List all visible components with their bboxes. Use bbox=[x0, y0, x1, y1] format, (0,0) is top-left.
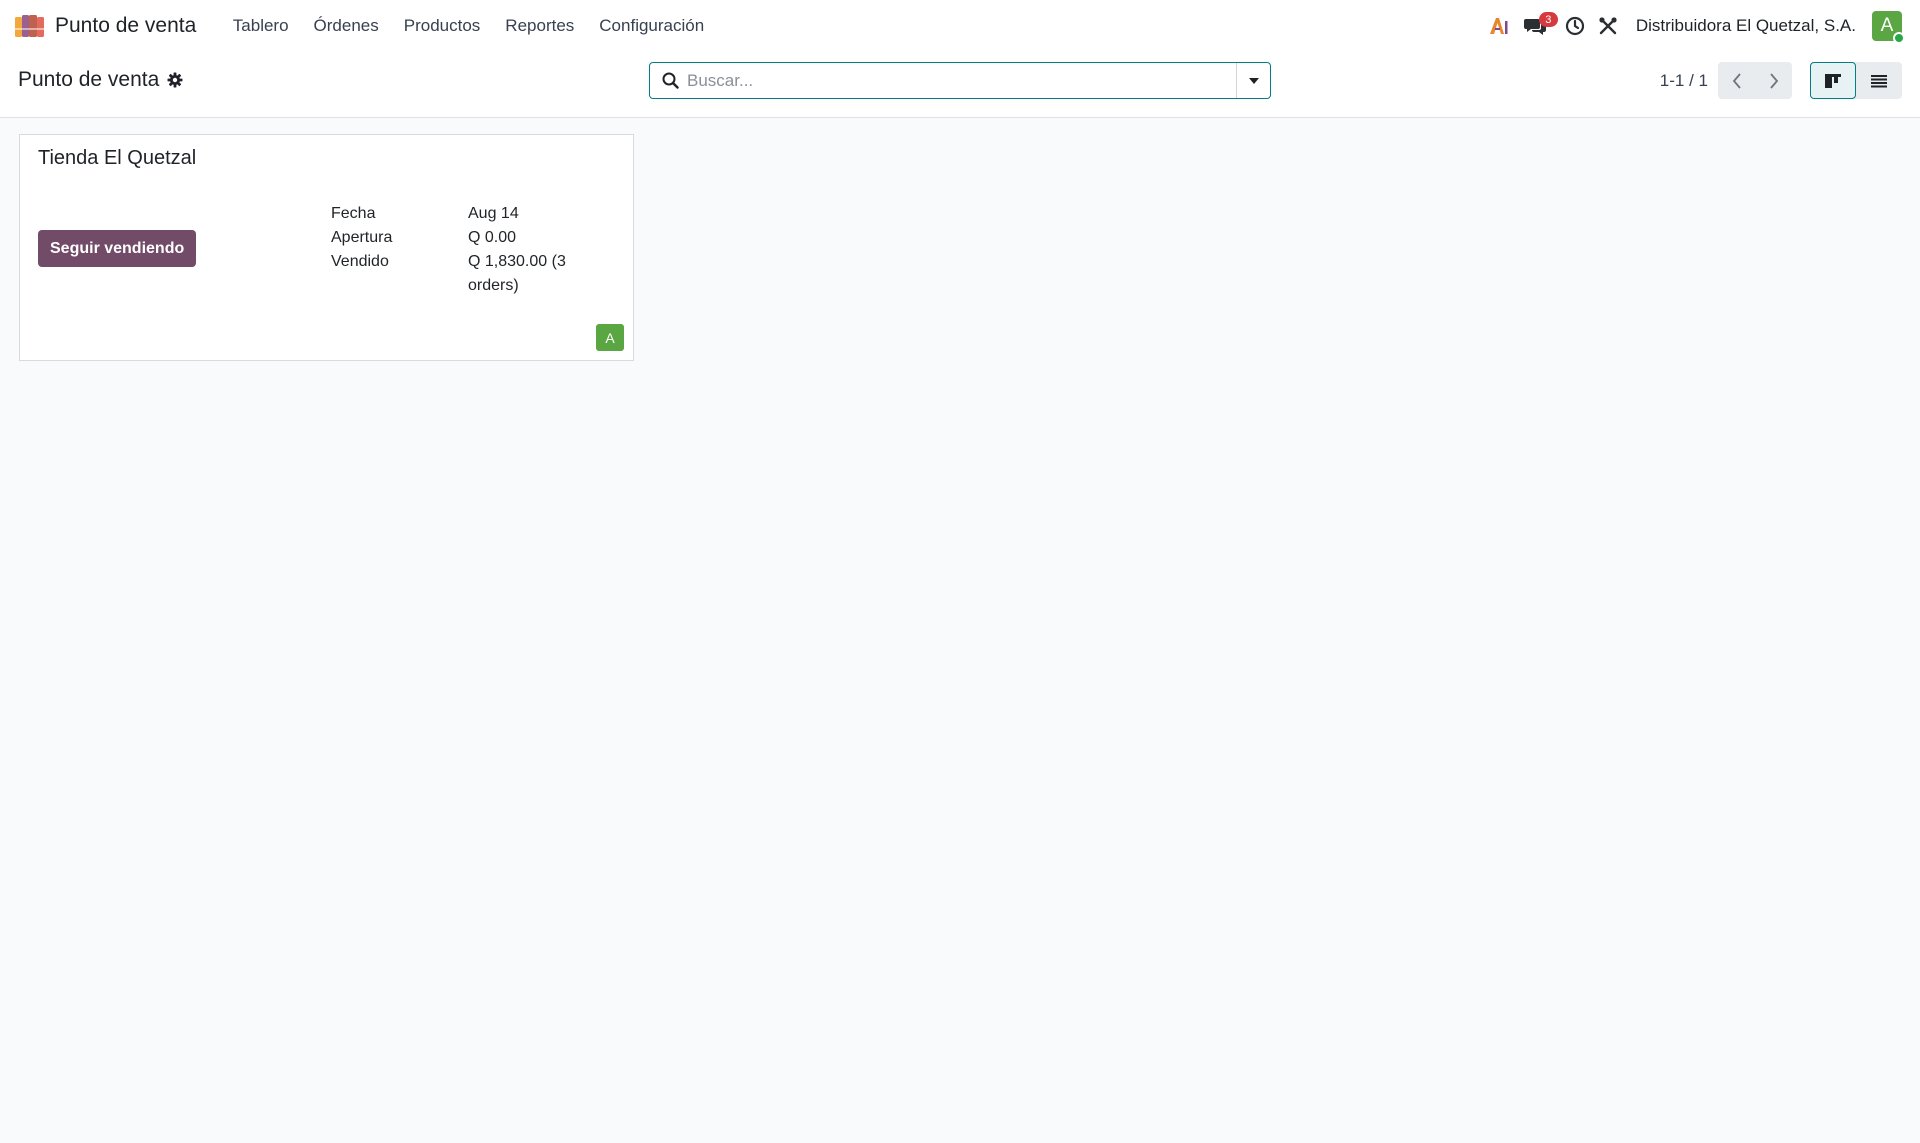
avatar-initial: A bbox=[1880, 15, 1894, 36]
info-value: Aug 14 bbox=[468, 205, 519, 222]
menu-item-tablero[interactable]: Tablero bbox=[220, 16, 301, 36]
pos-app-logo-icon bbox=[15, 15, 44, 37]
pager-buttons bbox=[1718, 62, 1792, 99]
card-title: Tienda El Quetzal bbox=[38, 147, 197, 169]
info-row-vendido: Vendido Q 1,830.00 (3 orders) bbox=[331, 250, 621, 298]
info-label: Vendido bbox=[331, 253, 389, 270]
search-input[interactable] bbox=[687, 63, 1236, 98]
info-label: Apertura bbox=[331, 229, 393, 246]
pos-config-card[interactable]: Tienda El Quetzal Seguir vendiendo Fecha… bbox=[19, 134, 634, 361]
user-avatar[interactable]: A bbox=[1872, 11, 1905, 44]
list-view-button[interactable] bbox=[1856, 62, 1902, 99]
top-menu: Tablero Órdenes Productos Reportes Confi… bbox=[220, 16, 716, 36]
chevron-left-icon bbox=[1732, 72, 1741, 89]
app-name: Punto de venta bbox=[55, 14, 197, 37]
chat-bubbles-icon[interactable]: 3 bbox=[1522, 12, 1558, 35]
info-row-apertura: Apertura Q 0.00 bbox=[331, 226, 621, 250]
kanban-view-button[interactable] bbox=[1810, 62, 1856, 99]
ai-assistant-icon[interactable] bbox=[1488, 17, 1510, 35]
view-switcher bbox=[1810, 62, 1902, 99]
session-info: Fecha Aug 14 Apertura Q 0.00 Vendido Q 1… bbox=[331, 202, 621, 298]
menu-item-ordenes[interactable]: Órdenes bbox=[301, 16, 391, 36]
search-options-toggle[interactable] bbox=[1236, 63, 1270, 98]
clock-icon[interactable] bbox=[1564, 16, 1586, 36]
search-bar bbox=[649, 62, 1271, 99]
main-navbar: Punto de venta Tablero Órdenes Productos… bbox=[0, 0, 1920, 52]
info-label: Fecha bbox=[331, 205, 376, 222]
caret-down-icon bbox=[1248, 77, 1259, 84]
info-value: Q 1,830.00 (3 orders) bbox=[468, 253, 566, 294]
list-icon bbox=[1871, 74, 1887, 87]
pager-previous-button[interactable] bbox=[1718, 62, 1755, 99]
presence-status-icon bbox=[1893, 32, 1905, 44]
menu-item-configuracion[interactable]: Configuración bbox=[587, 16, 717, 36]
continue-selling-button[interactable]: Seguir vendiendo bbox=[38, 230, 197, 267]
menu-item-reportes[interactable]: Reportes bbox=[493, 16, 587, 36]
page-title: Punto de venta bbox=[18, 68, 160, 91]
control-panel: Punto de venta Buscar... 1-1 / 1 bbox=[0, 52, 1920, 118]
gear-icon[interactable] bbox=[167, 72, 183, 88]
responsible-user-avatar[interactable]: A bbox=[596, 324, 624, 351]
chevron-right-icon bbox=[1769, 72, 1778, 89]
company-switcher[interactable]: Distribuidora El Quetzal, S.A. bbox=[1636, 16, 1856, 36]
pager-next-button[interactable] bbox=[1755, 62, 1792, 99]
tools-icon[interactable] bbox=[1598, 17, 1618, 35]
menu-item-productos[interactable]: Productos bbox=[391, 16, 493, 36]
pager: 1-1 / 1 bbox=[1660, 62, 1792, 99]
app-brand[interactable]: Punto de venta bbox=[14, 14, 196, 38]
info-value: Q 0.00 bbox=[468, 229, 517, 246]
breadcrumb: Punto de venta bbox=[18, 68, 183, 92]
messages-count-badge: 3 bbox=[1538, 12, 1558, 27]
kanban-icon bbox=[1825, 73, 1841, 88]
systray: 3 Distribuidora El Quetzal, S.A. A bbox=[1488, 0, 1905, 52]
pager-value[interactable]: 1-1 / 1 bbox=[1660, 71, 1708, 91]
search-icon bbox=[662, 72, 679, 89]
info-row-fecha: Fecha Aug 14 bbox=[331, 202, 621, 226]
